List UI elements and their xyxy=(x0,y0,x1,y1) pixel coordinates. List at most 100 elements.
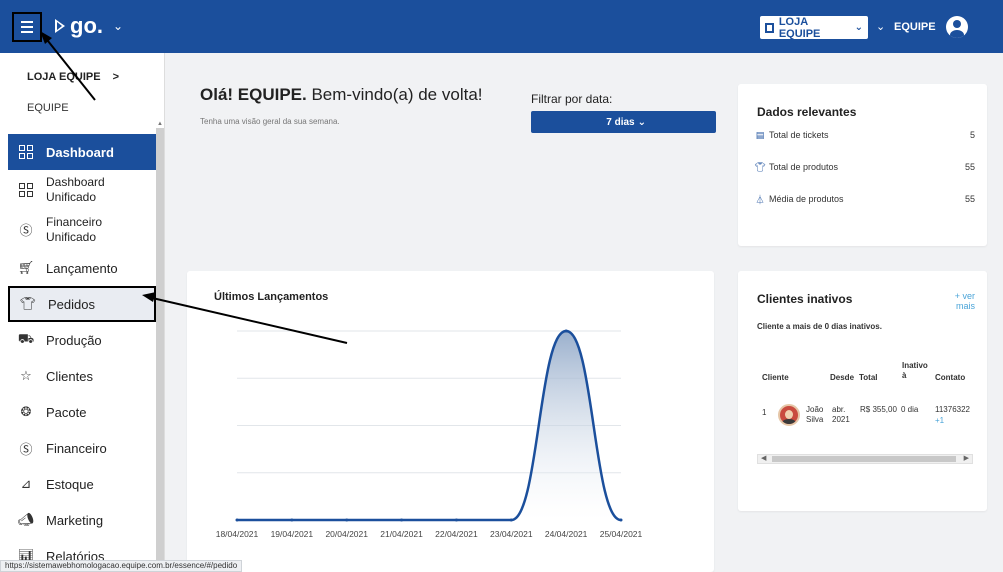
store-select-label: LOJA EQUIPE xyxy=(778,15,821,40)
sidebar-item-financeiro-unificado[interactable]: Ⓢ Financeiro Unificado xyxy=(8,210,156,250)
row-index: 1 xyxy=(762,408,767,417)
date-filter-value: 7 dias xyxy=(606,116,635,128)
sidebar-store-link[interactable]: LOJA EQUIPE > xyxy=(27,71,119,83)
scroll-left-icon[interactable]: ◀ xyxy=(761,454,766,462)
chart-point[interactable] xyxy=(564,329,568,333)
sidebar-item-dashboard-unificado[interactable]: Dashboard Unificado xyxy=(8,170,156,210)
ticket-icon: ▤ xyxy=(755,129,765,140)
sidebar-item-producao[interactable]: ⛟ Produção xyxy=(8,322,156,358)
dollar-icon: Ⓢ xyxy=(19,222,33,238)
play-icon xyxy=(55,19,65,33)
sidebar-item-label: Financeiro xyxy=(46,440,107,456)
sidebar-item-clientes[interactable]: ☆ Clientes xyxy=(8,358,156,394)
column-header-total[interactable]: Total xyxy=(859,373,878,383)
chevron-down-icon: ⌄ xyxy=(854,22,863,33)
top-bar: go. ⌄ LOJA EQUIPE ⌄ ⌄ EQUIPE xyxy=(0,0,1003,53)
stat-total-products: 👕︎ Total de produtos 55 xyxy=(754,161,975,173)
shirt-icon: 👕︎ xyxy=(19,296,37,311)
user-menu-chevron-icon[interactable]: ⌄ xyxy=(876,20,885,33)
sidebar-item-label: Dashboard xyxy=(46,144,114,160)
chevron-down-icon: ⌄ xyxy=(637,116,646,128)
chart-point[interactable] xyxy=(290,518,294,522)
table-horizontal-scrollbar[interactable]: ◀ ▶ xyxy=(757,454,973,464)
sidebar-scrollbar[interactable] xyxy=(156,128,164,572)
latest-launches-chart: 18/04/2021 19/04/2021 20/04/2021 21/04/2021… xyxy=(216,329,643,539)
sidebar-item-marketing[interactable]: 📣︎ Marketing xyxy=(8,502,156,538)
chart-x-tick-label: 18/04/2021 xyxy=(216,529,259,539)
sidebar-item-label: Clientes xyxy=(46,368,93,384)
relevant-data-title: Dados relevantes xyxy=(757,105,857,119)
shirt-icon: 👕︎ xyxy=(754,161,766,172)
stock-icon: ⊿ xyxy=(20,476,32,491)
chart-point[interactable] xyxy=(619,518,623,522)
building-icon xyxy=(765,22,774,33)
date-filter-label: Filtrar por data: xyxy=(531,92,613,106)
chart-x-tick-label: 21/04/2021 xyxy=(380,529,423,539)
menu-toggle-button[interactable] xyxy=(12,12,42,42)
scrollbar-thumb[interactable] xyxy=(772,456,956,462)
chart-x-tick-label: 20/04/2021 xyxy=(325,529,368,539)
cart-icon: 🛒︎ xyxy=(17,260,35,275)
brand-name: go. xyxy=(70,13,103,38)
sidebar-item-dashboard[interactable]: Dashboard xyxy=(8,134,156,170)
user-name[interactable]: EQUIPE xyxy=(894,21,936,33)
sidebar: LOJA EQUIPE > EQUIPE ▲ Dashboard Dashboa… xyxy=(0,53,165,572)
chart-point[interactable] xyxy=(235,518,239,522)
user-avatar-icon[interactable] xyxy=(946,16,968,38)
client-since: abr. 2021 xyxy=(832,405,850,424)
see-more-link[interactable]: + ver mais xyxy=(945,291,975,311)
store-select[interactable]: LOJA EQUIPE ⌄ xyxy=(760,15,868,40)
column-header-desde[interactable]: Desde xyxy=(830,373,854,383)
sidebar-menu: Dashboard Dashboard Unificado Ⓢ Financei… xyxy=(8,134,156,572)
relevant-data-card: Dados relevantes ▤ Total de tickets 5 👕︎… xyxy=(738,84,987,246)
sidebar-item-label: Financeiro Unificado xyxy=(46,215,103,244)
stat-label: Média de produtos xyxy=(769,194,844,204)
client-contact-more[interactable]: +1 xyxy=(935,416,944,426)
chart-x-tick-label: 23/04/2021 xyxy=(490,529,533,539)
package-icon: ❂ xyxy=(20,404,32,419)
stat-value: 5 xyxy=(969,130,975,140)
chart-x-tick-label: 24/04/2021 xyxy=(545,529,588,539)
chart-point[interactable] xyxy=(509,518,513,522)
inactive-clients-card: Clientes inativos + ver mais Cliente a m… xyxy=(738,271,987,511)
scroll-right-icon[interactable]: ▶ xyxy=(964,454,969,462)
latest-launches-card: Últimos Lançamentos 18/04/2021 19/04/2021… xyxy=(187,271,714,572)
sidebar-item-label: Dashboard Unificado xyxy=(46,175,105,204)
sidebar-item-pedidos[interactable]: 👕︎ Pedidos xyxy=(8,286,156,322)
chart-point[interactable] xyxy=(454,518,458,522)
sidebar-item-financeiro[interactable]: Ⓢ Financeiro xyxy=(8,430,156,466)
sidebar-item-label: Pacote xyxy=(46,404,87,420)
client-avatar xyxy=(778,404,800,426)
sidebar-item-label: Marketing xyxy=(46,512,104,528)
greeting-rest: Bem-vindo(a) de volta! xyxy=(306,85,483,104)
dashboard-icon xyxy=(18,144,34,160)
dollar-icon: Ⓢ xyxy=(19,441,33,457)
chart-point[interactable] xyxy=(345,518,349,522)
browser-status-url: https://sistemawebhomologacao.equipe.com… xyxy=(0,560,243,572)
stat-value: 55 xyxy=(964,162,975,172)
column-header-cliente[interactable]: Cliente xyxy=(762,373,789,383)
inactive-clients-subtitle: Cliente a mais de 0 dias inativos. xyxy=(757,322,882,331)
sidebar-item-lancamento[interactable]: 🛒︎ Lançamento xyxy=(8,250,156,286)
sidebar-store-title: LOJA EQUIPE xyxy=(27,71,101,83)
date-filter-select[interactable]: 7 dias ⌄ xyxy=(531,111,716,133)
sidebar-store-subtitle: EQUIPE xyxy=(27,102,69,114)
hanger-icon: ⏃ xyxy=(755,194,765,205)
column-header-contato[interactable]: Contato xyxy=(935,373,965,383)
chart-point[interactable] xyxy=(400,518,404,522)
megaphone-icon: 📣︎ xyxy=(17,512,35,527)
hamburger-icon xyxy=(21,21,33,23)
dashboard-icon xyxy=(18,182,34,198)
sidebar-item-estoque[interactable]: ⊿ Estoque xyxy=(8,466,156,502)
client-contact: 11376322 xyxy=(935,405,970,414)
client-total: R$ 355,00 xyxy=(860,405,897,414)
chevron-down-icon: ⌄ xyxy=(113,19,124,33)
stat-total-tickets: ▤ Total de tickets 5 xyxy=(755,129,975,141)
client-name: João Silva xyxy=(806,405,824,424)
sidebar-item-pacote[interactable]: ❂ Pacote xyxy=(8,394,156,430)
column-header-inativo[interactable]: Inativo à xyxy=(902,361,928,381)
inactive-clients-title: Clientes inativos xyxy=(757,292,853,306)
stat-label: Total de produtos xyxy=(769,162,839,172)
greeting-bold: Olá! EQUIPE. xyxy=(200,85,307,104)
brand-logo[interactable]: go. ⌄ xyxy=(55,13,123,39)
